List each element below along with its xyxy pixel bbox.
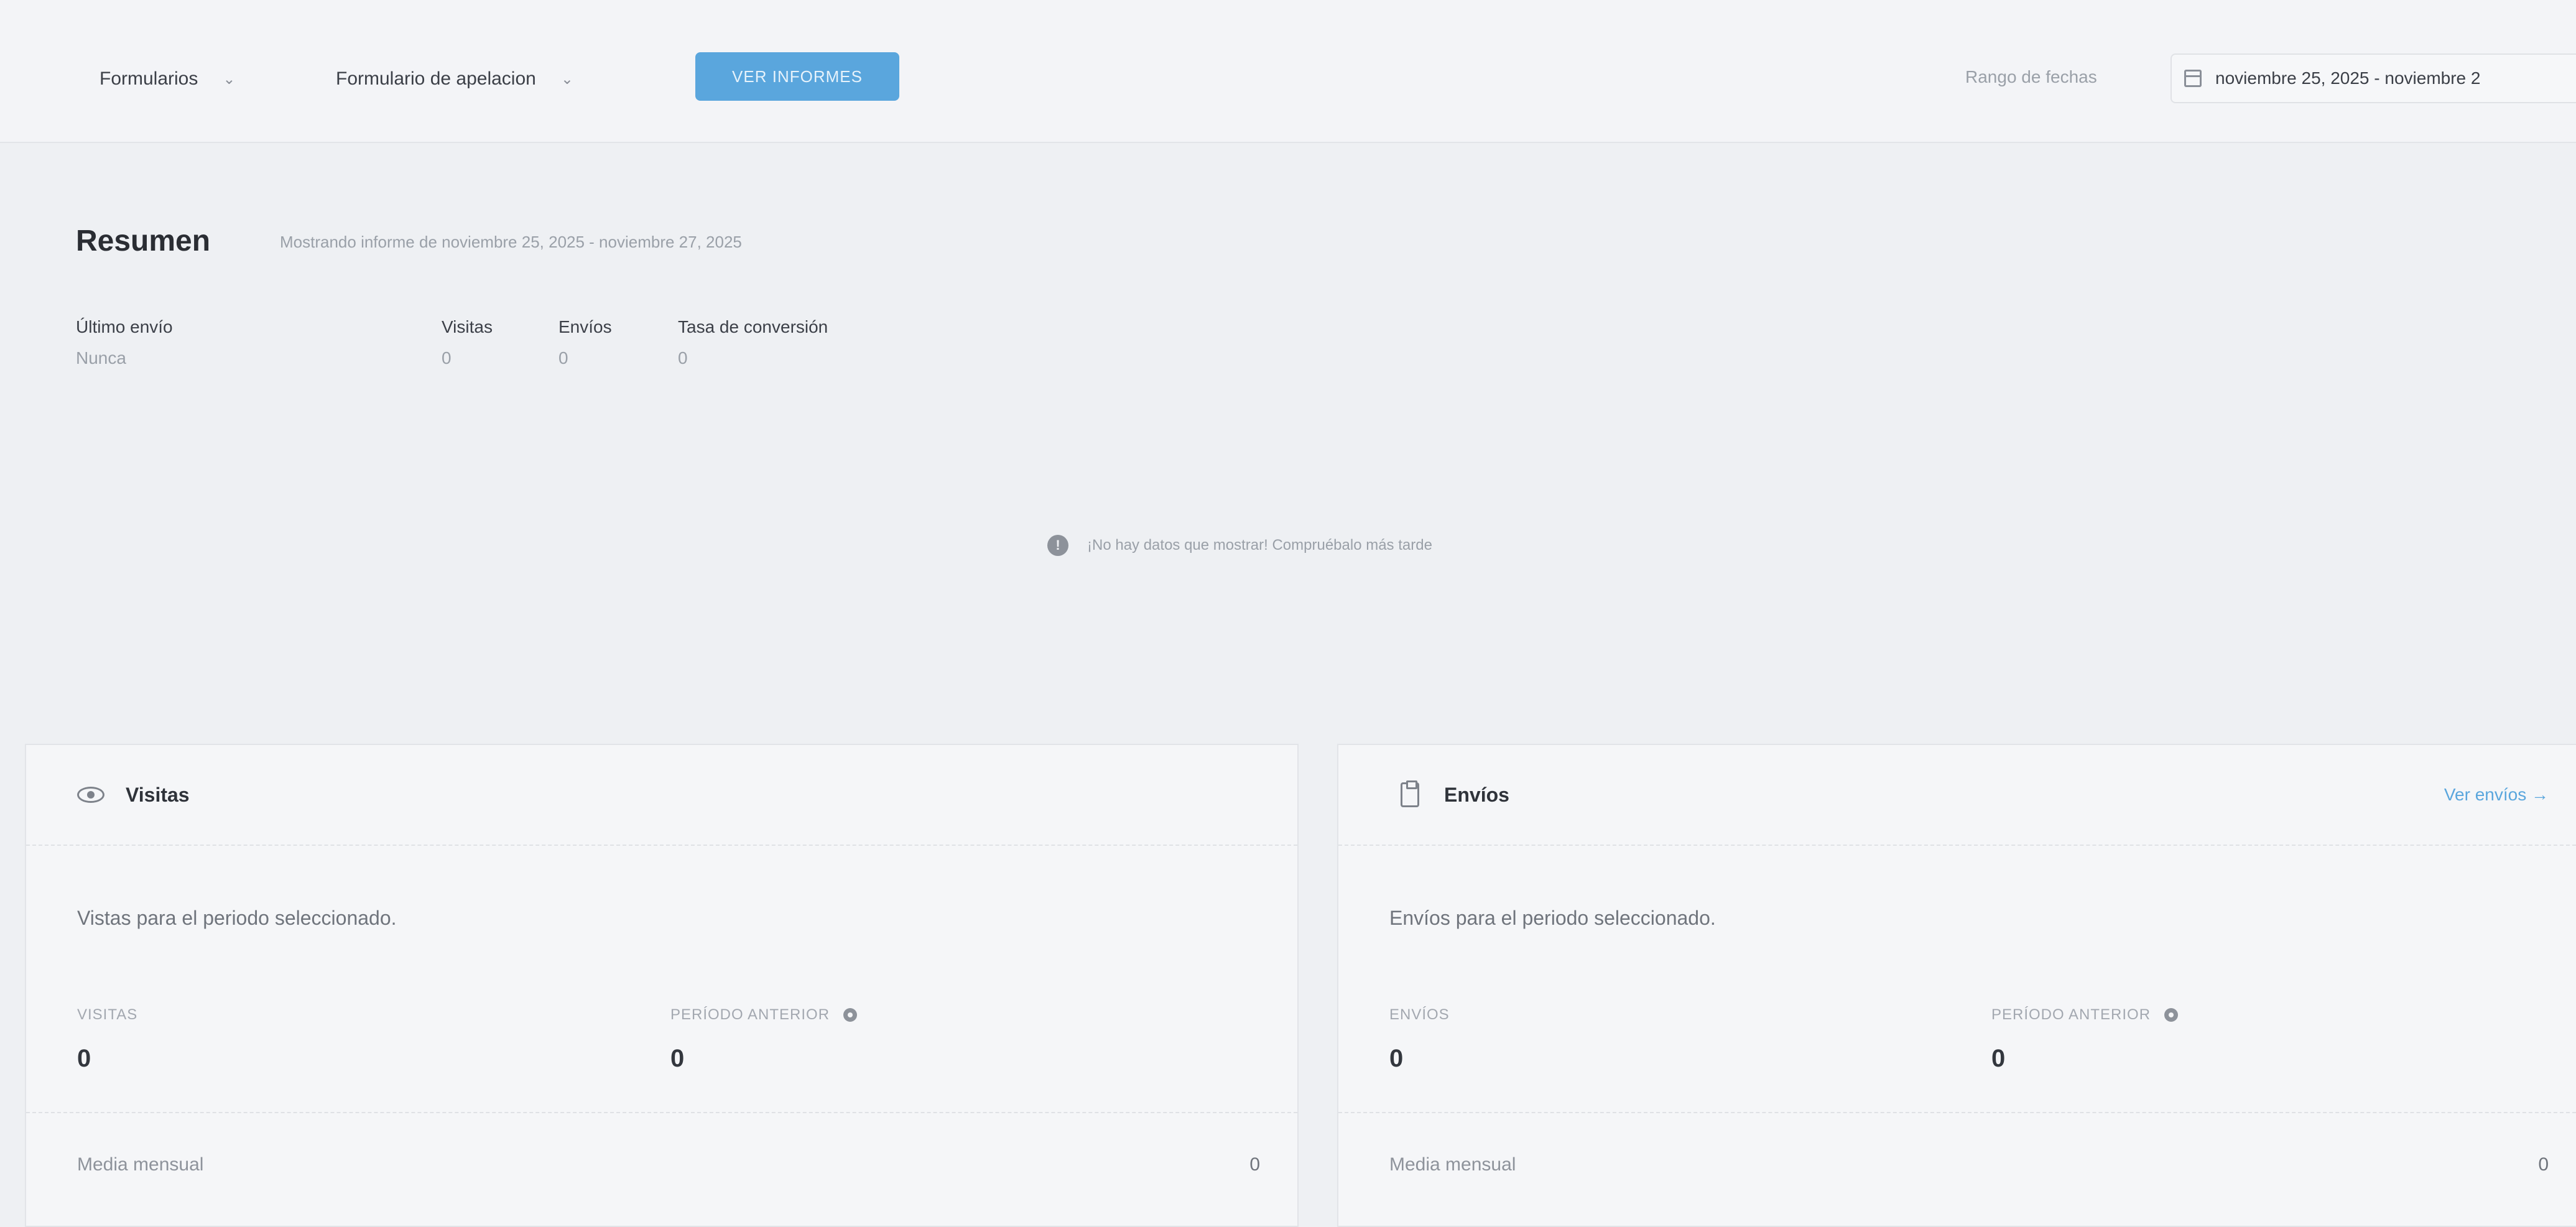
help-icon[interactable]: [843, 1008, 858, 1022]
chevron-down-icon: ⌄: [560, 70, 573, 88]
sends-metric-label: ENVÍOS: [1389, 1006, 1450, 1024]
visits-monthly-average-value: 0: [1249, 1154, 1260, 1175]
visits-card: Visitas Vistas para el periodo seleccion…: [25, 744, 1299, 1227]
no-data-message: ! ¡No hay datos que mostrar! Compruébalo…: [1047, 535, 1432, 556]
date-range-value: noviembre 25, 2025 - noviembre 2: [2215, 68, 2481, 88]
sends-card-footer: Media mensual 0: [1338, 1112, 2576, 1227]
page-title: Resumen: [76, 225, 211, 257]
visits-card-title: Visitas: [126, 783, 190, 806]
sends-monthly-average-label: Media mensual: [1389, 1154, 1516, 1175]
report-range-subtitle: Mostrando informe de noviembre 25, 2025 …: [280, 233, 742, 251]
conversion-rate-value: 0: [678, 348, 688, 368]
sends-stat-value: 0: [558, 348, 568, 368]
view-sends-link[interactable]: Ver envíos →: [2444, 785, 2549, 805]
no-data-text: ¡No hay datos que mostrar! Compruébalo m…: [1087, 537, 1432, 553]
last-send-stat: Último envío Nunca: [76, 317, 173, 368]
form-dropdown[interactable]: Formulario de apelacion ⌄: [336, 57, 672, 101]
sends-card: Envíos Ver envíos → Envíos para el perio…: [1337, 744, 2576, 1227]
forms-dropdown[interactable]: Formularios ⌄: [100, 57, 286, 101]
visits-previous-period-value: 0: [670, 1045, 685, 1072]
clipboard-icon: [1401, 780, 1419, 807]
sends-card-title: Envíos: [1444, 783, 1509, 806]
info-icon: !: [1047, 535, 1068, 556]
forms-dropdown-label: Formularios: [100, 68, 198, 89]
sends-previous-period-value: 0: [1991, 1045, 2006, 1072]
view-reports-button[interactable]: VER INFORMES: [695, 52, 899, 101]
sends-metric-value: 0: [1389, 1045, 1404, 1072]
calendar-icon: [2184, 70, 2202, 87]
visits-metric-value: 0: [77, 1045, 91, 1072]
last-send-value: Nunca: [76, 348, 126, 368]
top-toolbar: Formularios ⌄ Formulario de apelacion ⌄ …: [0, 0, 2576, 143]
conversion-rate-stat: Tasa de conversión 0: [678, 317, 828, 368]
sends-card-header: Envíos: [1338, 745, 2576, 846]
date-range-picker[interactable]: noviembre 25, 2025 - noviembre 2: [2171, 53, 2576, 103]
sends-metric-label-text: ENVÍOS: [1389, 1006, 1450, 1023]
sends-card-description: Envíos para el periodo seleccionado.: [1389, 907, 1716, 929]
visits-card-footer: Media mensual 0: [26, 1112, 1297, 1227]
last-send-label: Último envío: [76, 317, 173, 336]
sends-previous-period-text: PERÍODO ANTERIOR: [1991, 1006, 2151, 1023]
sends-previous-period-label: PERÍODO ANTERIOR: [1991, 1006, 2179, 1024]
date-range-label: Rango de fechas: [1965, 67, 2097, 86]
sends-stat: Envíos 0: [558, 317, 612, 368]
sends-monthly-average-value: 0: [2538, 1154, 2549, 1175]
help-icon[interactable]: [2164, 1008, 2179, 1022]
visits-card-description: Vistas para el periodo seleccionado.: [77, 907, 397, 929]
visits-card-header: Visitas: [26, 745, 1297, 846]
eye-icon: [77, 787, 104, 803]
chevron-down-icon: ⌄: [223, 70, 236, 88]
visits-stat-label: Visitas: [442, 317, 493, 336]
conversion-rate-label: Tasa de conversión: [678, 317, 828, 336]
summary-section: Resumen Mostrando informe de noviembre 2…: [0, 143, 2576, 740]
visits-monthly-average-label: Media mensual: [77, 1154, 204, 1175]
visits-stat: Visitas 0: [442, 317, 493, 368]
sends-stat-label: Envíos: [558, 317, 612, 336]
visits-metric-label: VISITAS: [77, 1006, 137, 1024]
visits-previous-period-text: PERÍODO ANTERIOR: [670, 1006, 830, 1023]
visits-previous-period-label: PERÍODO ANTERIOR: [670, 1006, 858, 1024]
form-dropdown-label: Formulario de apelacion: [336, 68, 536, 89]
visits-metric-label-text: VISITAS: [77, 1006, 138, 1023]
visits-stat-value: 0: [442, 348, 452, 368]
